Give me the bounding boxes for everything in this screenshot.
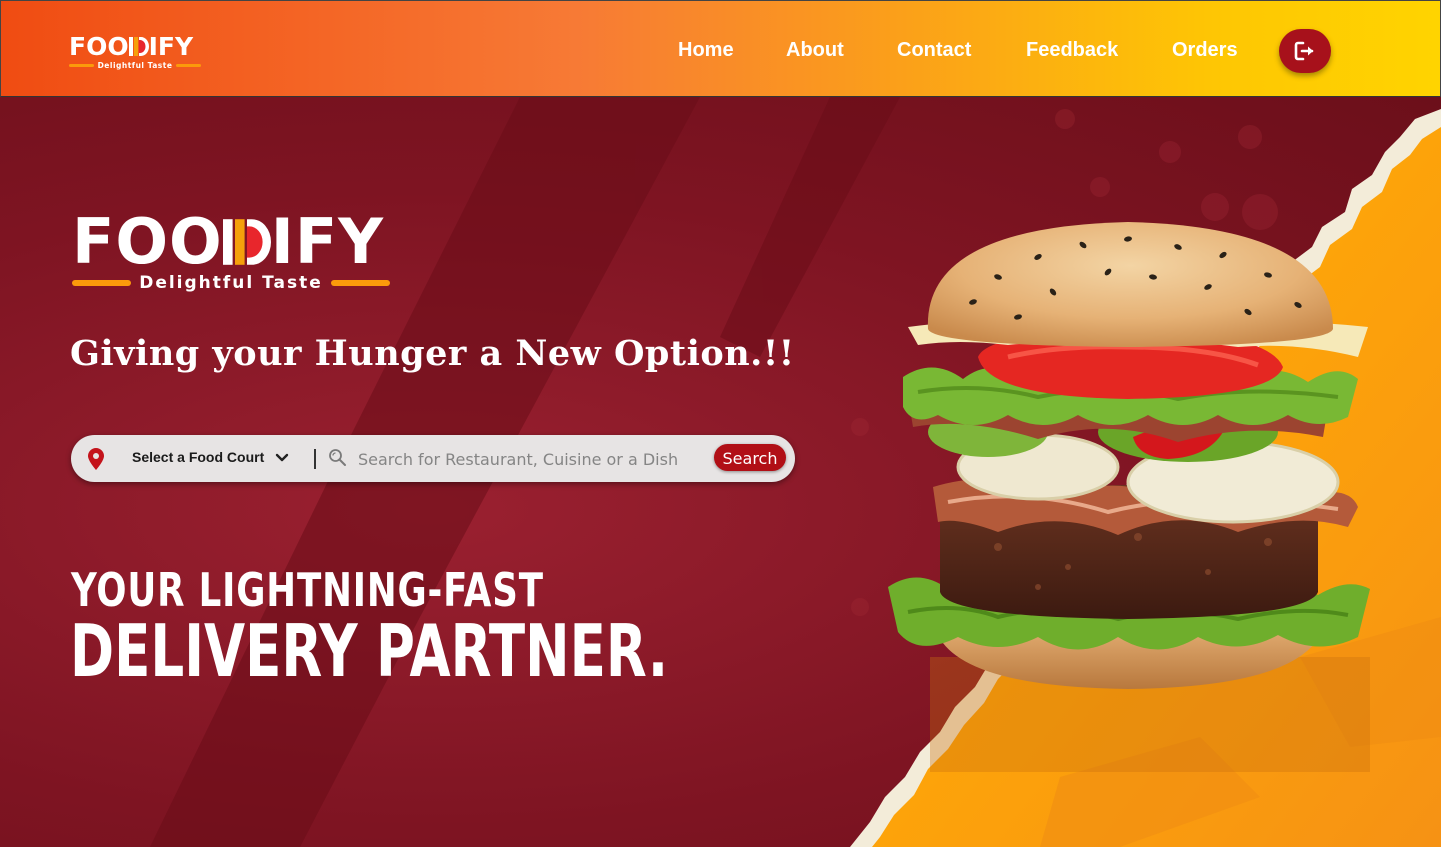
hero-section: FOO IFY Delightful Taste Giving your Hung…: [0, 97, 1441, 847]
hero-tagline: Delightful Taste: [139, 273, 323, 293]
magnifier-icon: [329, 449, 346, 466]
logout-icon: [1294, 41, 1314, 61]
hero-logo-d-mark: [222, 211, 271, 273]
search-divider: [314, 449, 316, 469]
nav-contact[interactable]: Contact: [897, 39, 971, 62]
search-input[interactable]: [356, 445, 690, 473]
search-button[interactable]: Search: [714, 444, 786, 471]
location-pin-icon: [88, 448, 104, 470]
nav-about[interactable]: About: [786, 39, 844, 62]
food-court-select[interactable]: Select a Food Court: [132, 449, 264, 465]
hero-headline: Giving your Hunger a New Option.!!: [70, 333, 795, 374]
nav-orders[interactable]: Orders: [1172, 39, 1238, 62]
nav-links: Home About Contact Feedback Orders: [1, 39, 1440, 65]
burger-image: [888, 222, 1370, 689]
nav-home[interactable]: Home: [678, 39, 734, 62]
nav-feedback[interactable]: Feedback: [1026, 39, 1118, 62]
chevron-down-icon[interactable]: [275, 452, 289, 464]
top-navbar: FOO IFY Delightful Taste Home About Conta…: [0, 0, 1441, 97]
hero-logo-wordmark: FOO IFY: [72, 205, 385, 278]
search-bar: Select a Food Court Search: [71, 435, 795, 482]
hero-tagline-line2: DELIVERY PARTNER.: [70, 609, 669, 693]
hero-tagline-bar-left: [72, 280, 132, 286]
logout-button[interactable]: [1279, 29, 1331, 73]
hero-logo: FOO IFY Delightful Taste: [72, 211, 390, 293]
hero-tagline-bar-right: [330, 280, 390, 286]
